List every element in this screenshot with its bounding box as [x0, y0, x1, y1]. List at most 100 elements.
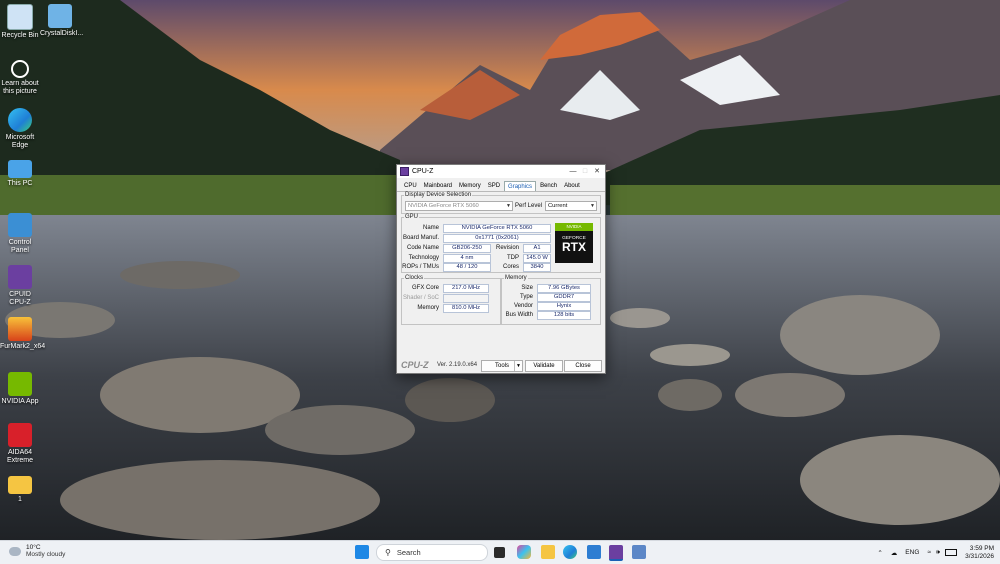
shader-soc-value [443, 294, 489, 303]
cpuz-app-icon [400, 167, 409, 176]
volume-icon[interactable]: 🕪 [936, 549, 940, 557]
tab-spd[interactable]: SPD [485, 181, 503, 191]
mem-vendor-value: Hynix [537, 302, 591, 311]
wifi-icon[interactable]: ≈ [927, 549, 931, 556]
taskbar-search[interactable]: ⚲ Search [376, 544, 488, 561]
bus-width-label: Bus Width [505, 312, 533, 318]
chevron-down-icon: ▼ [506, 203, 511, 209]
desktop-icon-furmark[interactable]: FurMark2_x64 [0, 317, 45, 351]
copilot-icon[interactable] [517, 545, 531, 559]
weather-widget[interactable]: 10°C Mostly cloudy [9, 544, 65, 558]
mem-type-value: GDDR7 [537, 293, 591, 302]
cpuz-app-icon [8, 265, 32, 289]
time: 3:59 PM [969, 544, 994, 552]
window-title: CPU-Z [412, 168, 434, 175]
minimize-button[interactable]: — [567, 165, 579, 178]
mem-vendor-label: Vendor [513, 303, 533, 309]
technology-label: Technology [408, 255, 439, 261]
code-name-value: GB206-250 [443, 244, 491, 253]
date: 3/31/2026 [965, 552, 994, 560]
battery-icon[interactable] [945, 549, 958, 556]
cores-label: Cores [502, 264, 519, 270]
store-icon[interactable] [587, 545, 601, 559]
language-indicator[interactable]: ENG [905, 549, 919, 556]
mem-size-value: 7.96 GBytes [537, 284, 591, 293]
start-button[interactable] [355, 545, 369, 559]
camera-info-icon [11, 60, 29, 78]
cpuz-window[interactable]: CPU-Z — □ ✕ CPU Mainboard Memory SPD Gra… [396, 164, 606, 374]
chevron-down-icon: ▼ [514, 361, 521, 371]
display-device-select[interactable]: NVIDIA GeForce RTX 5060 ▼ [405, 201, 513, 211]
recycle-bin-icon [7, 4, 33, 30]
nvidia-logo: NVIDIA [555, 223, 593, 231]
edge-icon [8, 108, 32, 132]
desktop-icon-learn-about-picture[interactable]: Learn about this picture [0, 60, 40, 96]
control-panel-icon [8, 213, 32, 237]
memory-clock-value: 810.0 MHz [443, 304, 489, 313]
tab-bench[interactable]: Bench [537, 181, 560, 191]
desktop-icon-cpuz[interactable]: CPUID CPU-Z [0, 265, 40, 307]
aida64-icon [8, 423, 32, 447]
network-app-icon[interactable] [632, 545, 646, 559]
desktop-icon-crystaldiskinfo[interactable]: CrystalDiskI... [40, 4, 83, 38]
technology-value: 4 nm [443, 254, 491, 263]
gpu-name-value: NVIDIA GeForce RTX 5060 [443, 224, 551, 233]
system-tray: ⌃ ☁ ENG ≈ 🕪 3:59 PM 3/31/2026 [877, 543, 994, 562]
cores-value: 3840 [523, 263, 551, 272]
chevron-down-icon: ▼ [590, 203, 595, 209]
desktop-icon-aida64[interactable]: AIDA64 Extreme [0, 423, 40, 465]
maximize-button[interactable]: □ [579, 165, 591, 178]
desktop-icon-edge[interactable]: Microsoft Edge [0, 108, 40, 150]
tdp-value: 145.0 W [523, 254, 551, 263]
cpuz-taskbar-icon[interactable] [609, 545, 623, 561]
task-view-icon[interactable] [494, 547, 505, 558]
close-window-button[interactable]: ✕ [591, 165, 603, 178]
tab-memory[interactable]: Memory [456, 181, 484, 191]
revision-label: Revision [495, 245, 519, 251]
perf-level-select[interactable]: Current ▼ [545, 201, 597, 211]
tab-mainboard[interactable]: Mainboard [421, 181, 455, 191]
search-icon: ⚲ [385, 548, 391, 557]
cloud-icon [9, 546, 21, 556]
search-placeholder: Search [396, 548, 421, 557]
code-name-label: Code Name [406, 245, 439, 251]
shader-soc-label: Shader / SoC [402, 295, 439, 301]
validate-button[interactable]: Validate [525, 360, 563, 372]
desktop-icon-control-panel[interactable]: Control Panel [0, 213, 40, 255]
window-footer: CPU-Z Ver. 2.19.0.x64 Tools ▼ Validate C… [397, 358, 605, 372]
mem-type-label: Type [519, 294, 533, 300]
tab-cpu[interactable]: CPU [401, 181, 420, 191]
monitor-icon [8, 160, 32, 178]
close-button[interactable]: Close [564, 360, 602, 372]
tab-about[interactable]: About [561, 181, 583, 191]
perf-level-label: Perf Level [515, 203, 543, 209]
bus-width-value: 128 bits [537, 311, 591, 320]
tools-button[interactable]: Tools ▼ [481, 360, 523, 372]
edge-taskbar-icon[interactable] [563, 545, 577, 559]
desktop-icon-this-pc[interactable]: This PC [0, 160, 40, 188]
tab-graphics[interactable]: Graphics [504, 181, 537, 191]
nvidia-icon [8, 372, 32, 396]
version-label: Ver. 2.19.0.x64 [437, 362, 478, 368]
revision-value: A1 [523, 244, 551, 253]
weather-desc: Mostly cloudy [26, 551, 66, 558]
rops-tmus-value: 48 / 120 [443, 263, 491, 272]
window-titlebar[interactable]: CPU-Z — □ ✕ [397, 165, 605, 178]
rops-tmus-label: ROPs / TMUs [402, 264, 439, 270]
file-explorer-icon[interactable] [541, 545, 555, 559]
memory-clock-label: Memory [417, 305, 439, 311]
desktop-icon-nvidia-app[interactable]: NVIDIA App [0, 372, 40, 406]
gfx-core-value: 217.0 MHz [443, 284, 489, 293]
onedrive-icon[interactable]: ☁ [891, 549, 898, 557]
desktop-icon-recycle-bin[interactable]: Recycle Bin [0, 4, 40, 40]
weather-temp: 10°C [26, 544, 41, 551]
chevron-up-icon[interactable]: ⌃ [877, 549, 882, 557]
tdp-label: TDP [507, 255, 519, 261]
clock[interactable]: 3:59 PM 3/31/2026 [965, 545, 994, 561]
gpu-name-label: Name [422, 225, 439, 231]
crystaldiskinfo-icon [48, 4, 72, 28]
desktop-icon-folder-1[interactable]: 1 [0, 476, 40, 504]
tab-bar: CPU Mainboard Memory SPD Graphics Bench … [397, 178, 605, 192]
board-manuf-label: Board Manuf. [402, 235, 439, 241]
geforce-rtx-logo: NVIDIA GEFORCE RTX [555, 223, 593, 263]
